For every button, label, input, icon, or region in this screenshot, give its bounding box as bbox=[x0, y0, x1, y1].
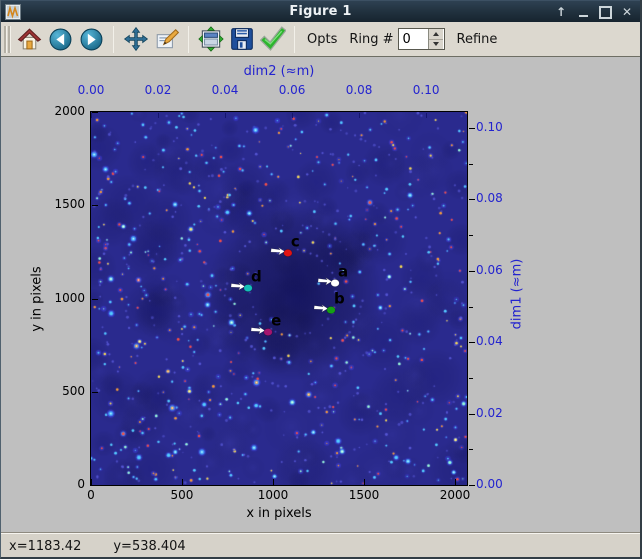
x-tick-label: 1500 bbox=[348, 488, 380, 502]
opts-button[interactable]: Opts bbox=[301, 32, 343, 47]
y-tick-mark bbox=[92, 299, 98, 300]
forward-button[interactable] bbox=[76, 25, 107, 54]
y-tick-mark bbox=[92, 112, 98, 113]
dim2-tick-label: 0.06 bbox=[278, 83, 306, 97]
dim1-tick-mark bbox=[469, 342, 475, 343]
y-tick-mark bbox=[92, 205, 98, 206]
y-tick-label: 1500 bbox=[54, 197, 85, 212]
dim2-tick-label: 0.00 bbox=[77, 83, 105, 97]
minimize-icon[interactable] bbox=[576, 4, 590, 20]
dim1-tick-mark bbox=[469, 128, 475, 129]
toolbar-separator bbox=[113, 25, 114, 53]
cursor-y-readout: y=538.404 bbox=[113, 538, 186, 554]
toolbar-separator bbox=[188, 25, 189, 53]
configure-subplots-button[interactable] bbox=[195, 25, 226, 54]
dim1-tick-label: 0.06 bbox=[476, 262, 503, 277]
x-tick-label: 2000 bbox=[439, 488, 471, 502]
toolbar-drag-handle[interactable] bbox=[4, 25, 11, 53]
dim1-minor-tick-mark bbox=[469, 164, 473, 165]
toolbar: Opts Ring # Refine bbox=[1, 22, 640, 57]
cursor-x-readout: x=1183.42 bbox=[9, 538, 82, 554]
y-tick-label: 2000 bbox=[54, 104, 85, 118]
dim2-tick-label: 0.02 bbox=[144, 83, 172, 97]
dim1-minor-tick-mark bbox=[469, 378, 473, 379]
dim1-tick-mark bbox=[469, 199, 475, 200]
dim2-tick-mark bbox=[359, 113, 360, 118]
detector-plot[interactable]: abcde bbox=[90, 111, 468, 486]
diffraction-image[interactable] bbox=[91, 112, 467, 485]
save-floppy-icon bbox=[230, 28, 253, 50]
matplotlib-wave-icon bbox=[5, 3, 21, 20]
dim1-tick-label: 0.00 bbox=[476, 477, 503, 491]
x-tick-mark bbox=[364, 479, 365, 485]
x-axis-title: x in pixels bbox=[246, 506, 312, 521]
x-tick-mark bbox=[455, 479, 456, 485]
dim2-tick-mark bbox=[158, 113, 159, 118]
dim2-tick-mark bbox=[426, 113, 427, 118]
titlebar: Figure 1 ↑ ✕ bbox=[1, 0, 640, 22]
x-tick-label: 1000 bbox=[257, 488, 289, 502]
figure-window: Figure 1 ↑ ✕ Opts Ring # 0 Refine a b c … bbox=[0, 0, 642, 559]
subplots-arrows-icon bbox=[197, 26, 224, 52]
save-button[interactable] bbox=[226, 25, 257, 54]
dim2-tick-label: 0.04 bbox=[211, 83, 239, 97]
dim1-tick-label: 0.08 bbox=[476, 191, 503, 206]
edit-parameters-button[interactable] bbox=[151, 25, 182, 54]
home-button[interactable] bbox=[14, 25, 45, 54]
y-tick-label: 0 bbox=[77, 477, 85, 491]
pan-move-icon bbox=[123, 26, 148, 52]
x-tick-mark bbox=[182, 479, 183, 485]
window-title: Figure 1 bbox=[289, 4, 352, 19]
dim2-tick-mark bbox=[292, 113, 293, 118]
y-tick-label: 500 bbox=[62, 383, 85, 398]
figure-canvas: abcde 0 500 1000 1500 2000 x in pixels 0 500 100… bbox=[1, 57, 640, 532]
statusbar: x=1183.42 y=538.404 bbox=[1, 532, 640, 557]
toolbar-separator bbox=[294, 25, 295, 53]
maximize-icon[interactable] bbox=[598, 4, 612, 20]
dim2-tick-mark bbox=[91, 113, 92, 118]
y-tick-mark bbox=[92, 392, 98, 393]
back-arrow-icon bbox=[49, 28, 72, 50]
y-tick-mark bbox=[92, 485, 98, 486]
checkmark-icon bbox=[259, 26, 286, 51]
y-axis-title: y in pixels bbox=[29, 265, 45, 332]
dim1-minor-tick-mark bbox=[469, 235, 473, 236]
dim1-tick-label: 0.04 bbox=[476, 334, 503, 349]
dim2-axis-title: dim2 (≈m) bbox=[243, 64, 315, 79]
refine-button[interactable]: Refine bbox=[451, 32, 504, 47]
dim1-axis-title: dim1 (≈m) bbox=[509, 258, 525, 329]
dim2-tick-label: 0.10 bbox=[412, 83, 440, 97]
dim1-tick-label: 0.10 bbox=[476, 120, 503, 135]
dim1-tick-mark bbox=[469, 414, 475, 415]
ring-number-label: Ring # bbox=[349, 31, 394, 47]
home-icon bbox=[17, 27, 42, 49]
spin-up-icon[interactable] bbox=[428, 29, 443, 40]
dim1-tick-label: 0.02 bbox=[476, 405, 503, 420]
back-button[interactable] bbox=[45, 25, 76, 54]
edit-note-icon bbox=[156, 29, 179, 49]
dim2-tick-mark bbox=[225, 113, 226, 118]
shade-window-icon[interactable]: ↑ bbox=[554, 4, 568, 20]
dim1-minor-tick-mark bbox=[469, 307, 473, 308]
pan-button[interactable] bbox=[120, 25, 151, 54]
spin-down-icon[interactable] bbox=[429, 40, 443, 50]
dim2-tick-label: 0.08 bbox=[345, 83, 373, 97]
dim1-minor-tick-mark bbox=[469, 449, 473, 450]
x-tick-label: 0 bbox=[87, 488, 95, 502]
x-tick-label: 500 bbox=[170, 488, 194, 502]
dim1-tick-mark bbox=[469, 271, 475, 272]
x-tick-mark bbox=[273, 479, 274, 485]
dim1-tick-mark bbox=[469, 485, 475, 486]
forward-arrow-icon bbox=[80, 28, 103, 50]
ring-number-input[interactable] bbox=[398, 29, 428, 49]
apply-button[interactable] bbox=[257, 25, 288, 54]
close-icon[interactable]: ✕ bbox=[620, 4, 634, 20]
ring-number-spinbox bbox=[397, 28, 445, 50]
